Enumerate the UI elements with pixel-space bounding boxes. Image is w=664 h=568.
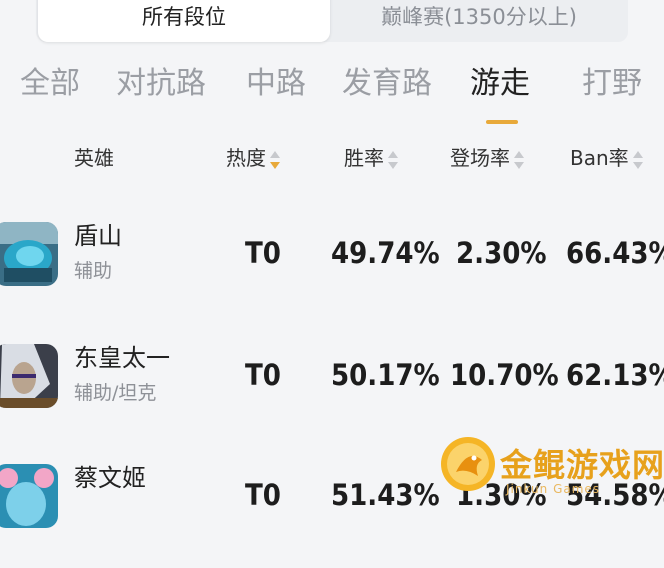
sort-icon — [388, 149, 398, 171]
column-pick-rate[interactable]: 登场率 — [450, 142, 524, 171]
column-ban-rate-label: Ban率 — [570, 146, 629, 170]
column-pick-rate-label: 登场率 — [450, 146, 510, 170]
hero-name: 蔡文姬 — [74, 464, 146, 492]
tab-bot-lane[interactable]: 发育路 — [342, 60, 432, 110]
hero-role: 辅助 — [74, 260, 113, 282]
hero-avatar — [0, 222, 58, 286]
hero-tier: T0 — [245, 236, 281, 270]
column-win-rate-label: 胜率 — [344, 146, 384, 170]
hero-name: 盾山 — [74, 222, 122, 250]
tab-top-lane[interactable]: 对抗路 — [116, 60, 206, 110]
tab-all[interactable]: 全部 — [20, 60, 80, 110]
sort-desc-icon — [270, 149, 280, 171]
hero-tier: T0 — [245, 358, 281, 392]
sort-icon — [514, 149, 524, 171]
watermark-title: 金鲲游戏网 — [500, 446, 664, 484]
hero-ban-rate: 66.43% — [566, 236, 664, 270]
tab-mid-lane[interactable]: 中路 — [246, 60, 306, 110]
column-ban-rate[interactable]: Ban率 — [570, 142, 643, 171]
hero-ban-rate: 62.13% — [566, 358, 664, 392]
column-heat[interactable]: 热度 — [226, 142, 280, 171]
hero-win-rate: 51.43% — [331, 478, 440, 512]
table-row[interactable]: 东皇太一 辅助/坦克 T0 50.17% 10.70% 62.13% — [0, 328, 664, 448]
table-header: 英雄 热度 胜率 登场率 Ban率 — [0, 142, 664, 178]
sort-icon — [632, 149, 643, 171]
hero-name: 东皇太一 — [74, 344, 170, 372]
watermark-subtitle: Jinkun Games — [506, 482, 601, 496]
tab-roam[interactable]: 游走 — [470, 60, 530, 110]
column-hero: 英雄 — [74, 146, 114, 170]
tab-jungle[interactable]: 打野 — [582, 60, 642, 110]
hero-pick-rate: 10.70% — [450, 358, 559, 392]
active-tab-indicator — [486, 120, 518, 124]
watermark-logo-icon — [441, 437, 495, 491]
position-tabs: 全部 对抗路 中路 发育路 游走 打野 — [0, 60, 664, 122]
hero-win-rate: 49.74% — [331, 236, 440, 270]
filter-all-ranks[interactable]: 所有段位 — [38, 0, 330, 42]
hero-avatar — [0, 464, 58, 528]
hero-win-rate: 50.17% — [331, 358, 440, 392]
hero-tier: T0 — [245, 478, 281, 512]
hero-role: 辅助/坦克 — [74, 382, 157, 404]
hero-pick-rate: 2.30% — [456, 236, 547, 270]
column-heat-label: 热度 — [226, 146, 266, 170]
rank-filter: 所有段位 巅峰赛(1350分以上) — [36, 0, 628, 42]
table-row[interactable]: 盾山 辅助 T0 49.74% 2.30% 66.43% — [0, 206, 664, 326]
watermark: 金鲲游戏网 Jinkun Games — [434, 432, 664, 502]
hero-avatar — [0, 344, 58, 408]
column-win-rate[interactable]: 胜率 — [344, 142, 398, 171]
filter-peak[interactable]: 巅峰赛(1350分以上) — [332, 0, 626, 42]
